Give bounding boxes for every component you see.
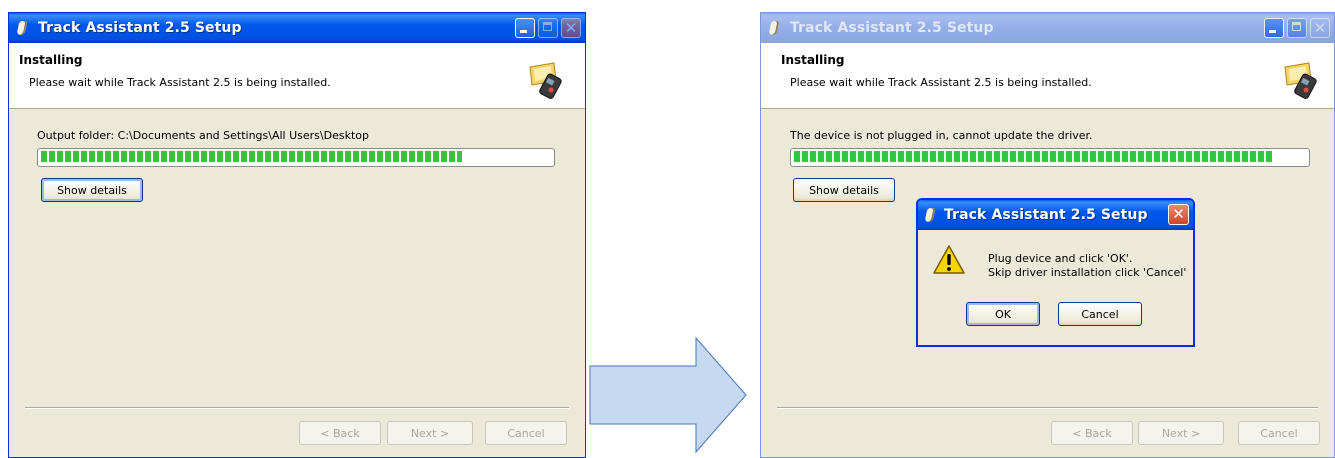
divider — [25, 407, 569, 409]
page-title: Installing — [19, 53, 83, 67]
page-subtitle: Please wait while Track Assistant 2.5 is… — [790, 76, 1092, 89]
dialog-title: Track Assistant 2.5 Setup — [944, 207, 1148, 223]
progress-fill — [41, 151, 462, 162]
status-text: The device is not plugged in, cannot upd… — [790, 129, 1093, 142]
title-bar[interactable]: Track Assistant 2.5 Setup ✕ — [761, 13, 1334, 43]
cancel-button[interactable]: Cancel — [485, 421, 567, 445]
back-button[interactable]: < Back — [1051, 421, 1133, 445]
close-button: ✕ — [1310, 18, 1330, 38]
next-button[interactable]: Next > — [387, 421, 473, 445]
dialog-title-bar[interactable]: Track Assistant 2.5 Setup ✕ — [918, 200, 1193, 230]
show-details-button[interactable]: Show details — [793, 178, 895, 202]
show-details-button[interactable]: Show details — [41, 178, 143, 202]
minimize-button[interactable] — [1264, 18, 1284, 38]
phone-icon — [924, 208, 936, 222]
phone-icon — [16, 21, 28, 35]
maximize-icon — [543, 22, 552, 31]
message-dialog: Track Assistant 2.5 Setup ✕ Plug device … — [916, 198, 1195, 347]
ok-button[interactable]: OK — [966, 302, 1040, 326]
arrow-right-icon — [589, 336, 747, 454]
cancel-button[interactable]: Cancel — [1238, 421, 1320, 445]
dialog-cancel-button[interactable]: Cancel — [1058, 302, 1142, 326]
minimize-icon — [520, 30, 527, 33]
page-subtitle: Please wait while Track Assistant 2.5 is… — [29, 76, 331, 89]
minimize-icon — [1269, 30, 1276, 33]
title-bar[interactable]: Track Assistant 2.5 Setup ✕ — [9, 13, 585, 43]
page-header: Installing Please wait while Track Assis… — [761, 43, 1334, 109]
close-icon: ✕ — [1172, 205, 1185, 223]
dialog-close-button[interactable]: ✕ — [1168, 204, 1189, 225]
maximize-icon — [1292, 22, 1301, 31]
next-button[interactable]: Next > — [1138, 421, 1224, 445]
close-icon: ✕ — [564, 19, 578, 37]
maximize-button — [538, 18, 558, 38]
phone-icon — [768, 21, 780, 35]
minimize-button[interactable] — [515, 18, 535, 38]
dialog-message: Plug device and click 'OK'. Skip driver … — [988, 252, 1186, 280]
maximize-button — [1287, 18, 1307, 38]
back-button[interactable]: < Back — [299, 421, 381, 445]
close-button: ✕ — [561, 18, 581, 38]
dialog-message-line2: Skip driver installation click 'Cancel' — [988, 266, 1187, 279]
page-title: Installing — [781, 53, 845, 67]
installer-device-icon — [529, 62, 562, 99]
close-icon: ✕ — [1313, 19, 1327, 37]
status-text: Output folder: C:\Documents and Settings… — [37, 129, 369, 142]
warning-icon — [933, 245, 965, 274]
progress-bar — [790, 148, 1310, 167]
divider — [777, 407, 1318, 409]
dialog-message-line1: Plug device and click 'OK'. — [988, 252, 1133, 265]
page-header: Installing Please wait while Track Assis… — [9, 43, 585, 109]
progress-bar — [37, 148, 555, 167]
window-title: Track Assistant 2.5 Setup — [790, 20, 994, 36]
installer-device-icon — [1284, 62, 1317, 99]
progress-fill — [794, 151, 1273, 162]
setup-window-left: Track Assistant 2.5 Setup ✕ Installing P… — [8, 12, 586, 458]
window-title: Track Assistant 2.5 Setup — [38, 20, 242, 36]
